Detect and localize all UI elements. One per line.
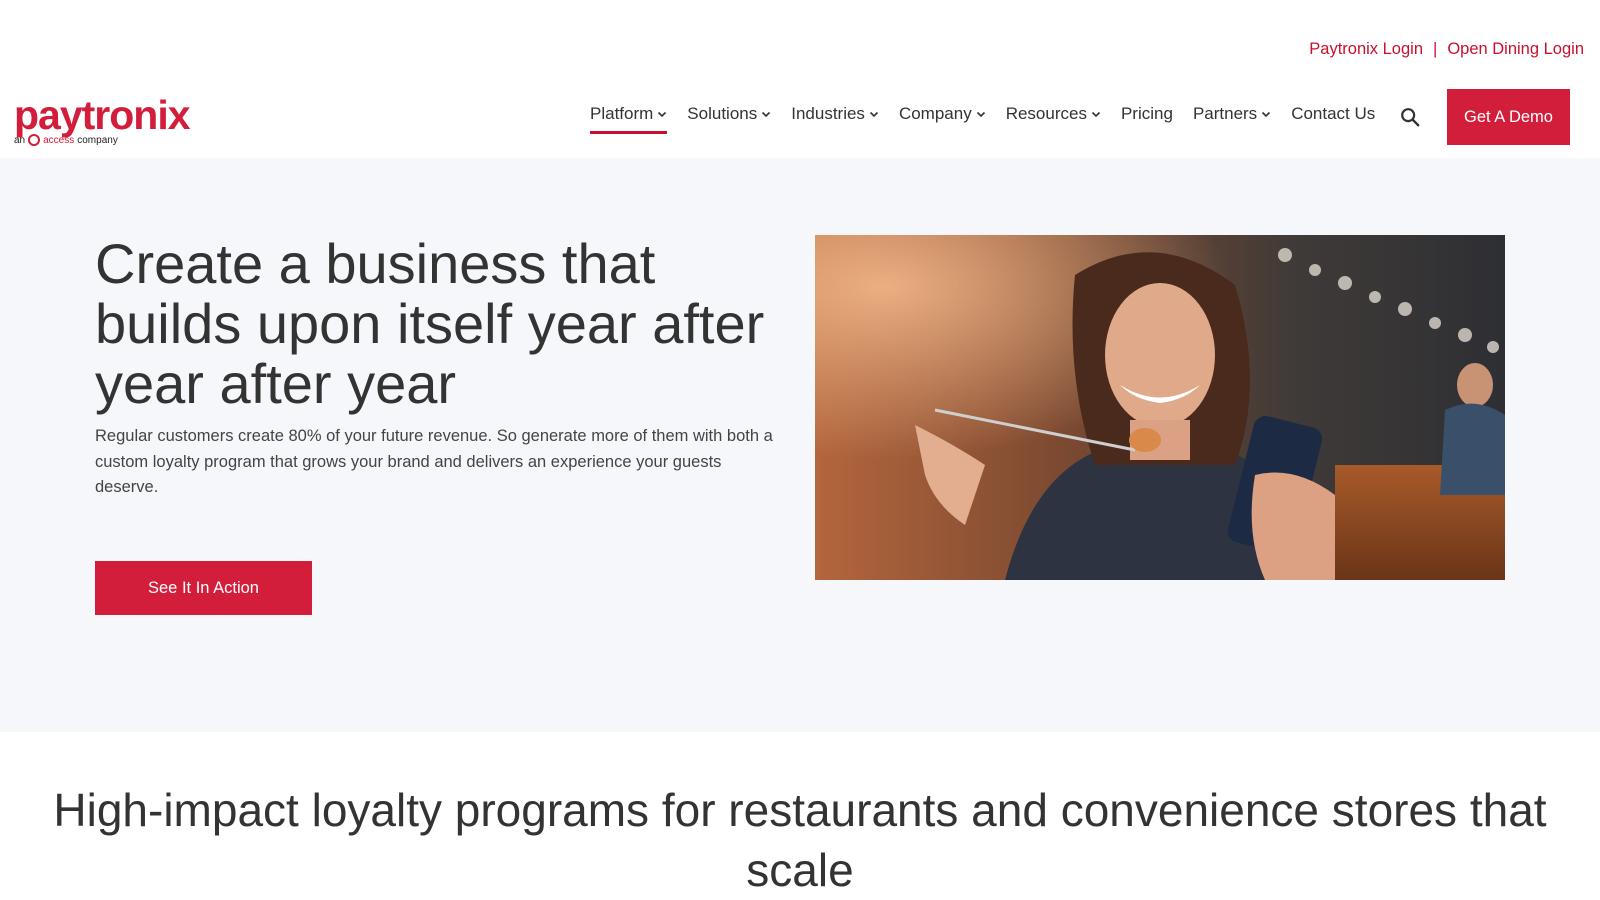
- chevron-down-icon: [762, 111, 771, 118]
- logo-tagline-suffix: company: [77, 134, 118, 146]
- link-separator: |: [1433, 40, 1438, 58]
- nav-item-company[interactable]: Company: [899, 104, 986, 130]
- nav-item-pricing[interactable]: Pricing: [1121, 104, 1173, 130]
- main-nav: Platform Solutions Industries Company Re…: [590, 104, 1421, 134]
- nav-item-label: Company: [898, 104, 972, 123]
- see-it-in-action-button[interactable]: See It In Action: [95, 561, 312, 615]
- hero-section: Create a business that builds upon itsel…: [0, 158, 1600, 732]
- paytronix-logo[interactable]: paytronix an access company: [14, 92, 191, 146]
- logo-tagline-access: access: [43, 134, 75, 146]
- get-a-demo-button[interactable]: Get A Demo: [1447, 89, 1570, 145]
- chevron-down-icon: [1262, 111, 1271, 118]
- loyalty-programs-heading: High-impact loyalty programs for restaur…: [53, 784, 1547, 896]
- nav-item-partners[interactable]: Partners: [1193, 104, 1271, 130]
- nav-item-label: Industries: [791, 104, 865, 123]
- chevron-down-icon: [658, 111, 667, 118]
- access-ring-icon: [28, 134, 41, 146]
- chevron-down-icon: [1091, 111, 1101, 118]
- nav-item-contact-us[interactable]: Contact Us: [1291, 104, 1375, 130]
- nav-item-solutions[interactable]: Solutions: [687, 104, 771, 130]
- hero-title: Create a business that builds upon itsel…: [95, 232, 765, 415]
- paytronix-login-link[interactable]: Paytronix Login: [1309, 40, 1423, 59]
- open-dining-login-link[interactable]: Open Dining Login: [1447, 40, 1584, 59]
- utility-links: Paytronix Login | Open Dining Login: [1309, 40, 1584, 59]
- nav-item-label: Solutions: [687, 104, 758, 123]
- nav-item-label: Platform: [590, 104, 654, 123]
- nav-item-industries[interactable]: Industries: [791, 104, 879, 130]
- woman-with-phone-photo: [815, 235, 1505, 580]
- nav-item-label: Contact Us: [1291, 104, 1376, 123]
- logo-wordmark: paytronix: [14, 92, 191, 138]
- hero-photo: [815, 235, 1505, 580]
- nav-item-platform[interactable]: Platform: [590, 104, 668, 134]
- chevron-down-icon: [976, 111, 985, 118]
- nav-item-label: Resources: [1005, 104, 1087, 123]
- nav-item-label: Partners: [1192, 104, 1258, 123]
- search-icon[interactable]: [1399, 106, 1421, 128]
- nav-item-label: Pricing: [1120, 104, 1173, 123]
- logo-tagline-prefix: an: [14, 134, 26, 146]
- chevron-down-icon: [869, 111, 879, 118]
- nav-item-resources[interactable]: Resources: [1006, 104, 1101, 130]
- hero-description: Regular customers create 80% of your fut…: [95, 427, 773, 496]
